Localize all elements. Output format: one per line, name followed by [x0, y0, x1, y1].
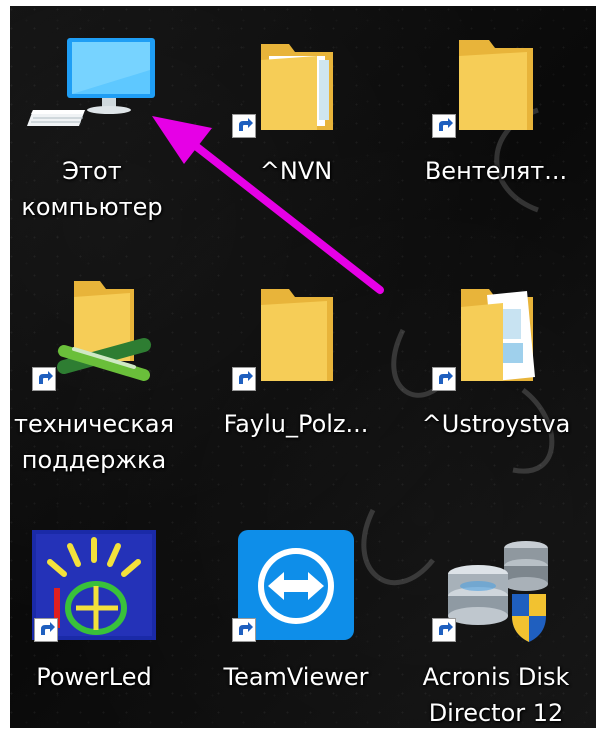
icon-label: PowerLed — [36, 663, 152, 691]
icon-label: ^Ustroystva — [421, 410, 571, 438]
icon-label: ^NVN — [259, 157, 333, 185]
desktop-icon-nvn[interactable]: ^NVN — [196, 30, 396, 190]
shortcut-arrow-icon — [32, 367, 56, 391]
folder-icon — [261, 44, 333, 130]
desktop-icon-teamviewer[interactable]: TeamViewer — [196, 530, 396, 720]
icon-label-line2: Director 12 — [428, 699, 564, 727]
icon-label: TeamViewer — [223, 663, 369, 691]
desktop-icon-ustroystva[interactable]: ^Ustroystva — [396, 275, 596, 445]
folder-icon — [459, 40, 533, 130]
desktop[interactable]: Этот компьютер ^NVN Вентелят... техничес… — [0, 0, 603, 735]
shortcut-arrow-icon — [232, 367, 256, 391]
desktop-icon-ventelyat[interactable]: Вентелят... — [396, 30, 596, 190]
desktop-icon-this-computer[interactable]: Этот компьютер — [0, 30, 192, 230]
folder-document-icon — [461, 289, 535, 381]
icon-label: Вентелят... — [424, 157, 568, 185]
icon-label-line2: компьютер — [21, 193, 163, 221]
desktop-icon-acronis-disk-director[interactable]: Acronis Disk Director 12 — [396, 530, 596, 730]
icon-label: Этот — [62, 157, 122, 185]
desktop-icon-powerled[interactable]: PowerLed — [0, 530, 194, 720]
shortcut-arrow-icon — [432, 367, 456, 391]
shortcut-arrow-icon — [232, 114, 256, 138]
shortcut-arrow-icon — [232, 618, 256, 642]
icon-label-line2: поддержка — [21, 446, 167, 474]
icon-label: техническая — [13, 410, 175, 438]
desktop-icon-faylu-polz[interactable]: Faylu_Polz... — [196, 275, 396, 445]
shortcut-arrow-icon — [432, 618, 456, 642]
monitor-icon — [27, 38, 155, 126]
desktop-icon-tech-support[interactable]: техническая поддержка — [0, 275, 194, 485]
shortcut-arrow-icon — [34, 618, 58, 642]
icon-label: Acronis Disk — [422, 663, 570, 691]
shortcut-arrow-icon — [432, 114, 456, 138]
folder-icon — [261, 289, 333, 381]
icon-label: Faylu_Polz... — [223, 410, 369, 438]
